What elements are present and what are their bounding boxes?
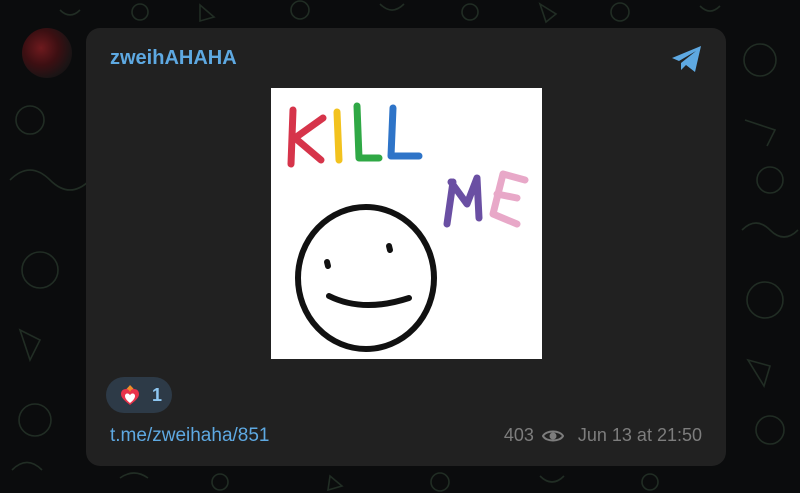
post-date: Jun 13 at 21:50 bbox=[577, 425, 702, 445]
view-count: 403 bbox=[503, 425, 534, 445]
reaction-count: 1 bbox=[152, 384, 163, 405]
message-card: zweihAHAHA 1 t.me/zweihaha/851 403 Jun 1… bbox=[86, 28, 726, 466]
heart-on-fire-icon bbox=[121, 385, 139, 405]
post-image[interactable] bbox=[271, 88, 542, 359]
telegram-icon[interactable] bbox=[670, 44, 704, 74]
reaction-chip[interactable]: 1 bbox=[106, 377, 172, 413]
post-meta: 403 Jun 13 at 21:50 bbox=[504, 425, 702, 446]
eye-icon bbox=[541, 430, 564, 441]
post-link[interactable]: t.me/zweihaha/851 bbox=[110, 425, 270, 447]
channel-avatar[interactable] bbox=[22, 28, 72, 78]
channel-name[interactable]: zweihAHAHA bbox=[110, 47, 237, 70]
kill-me-drawing bbox=[287, 102, 529, 352]
